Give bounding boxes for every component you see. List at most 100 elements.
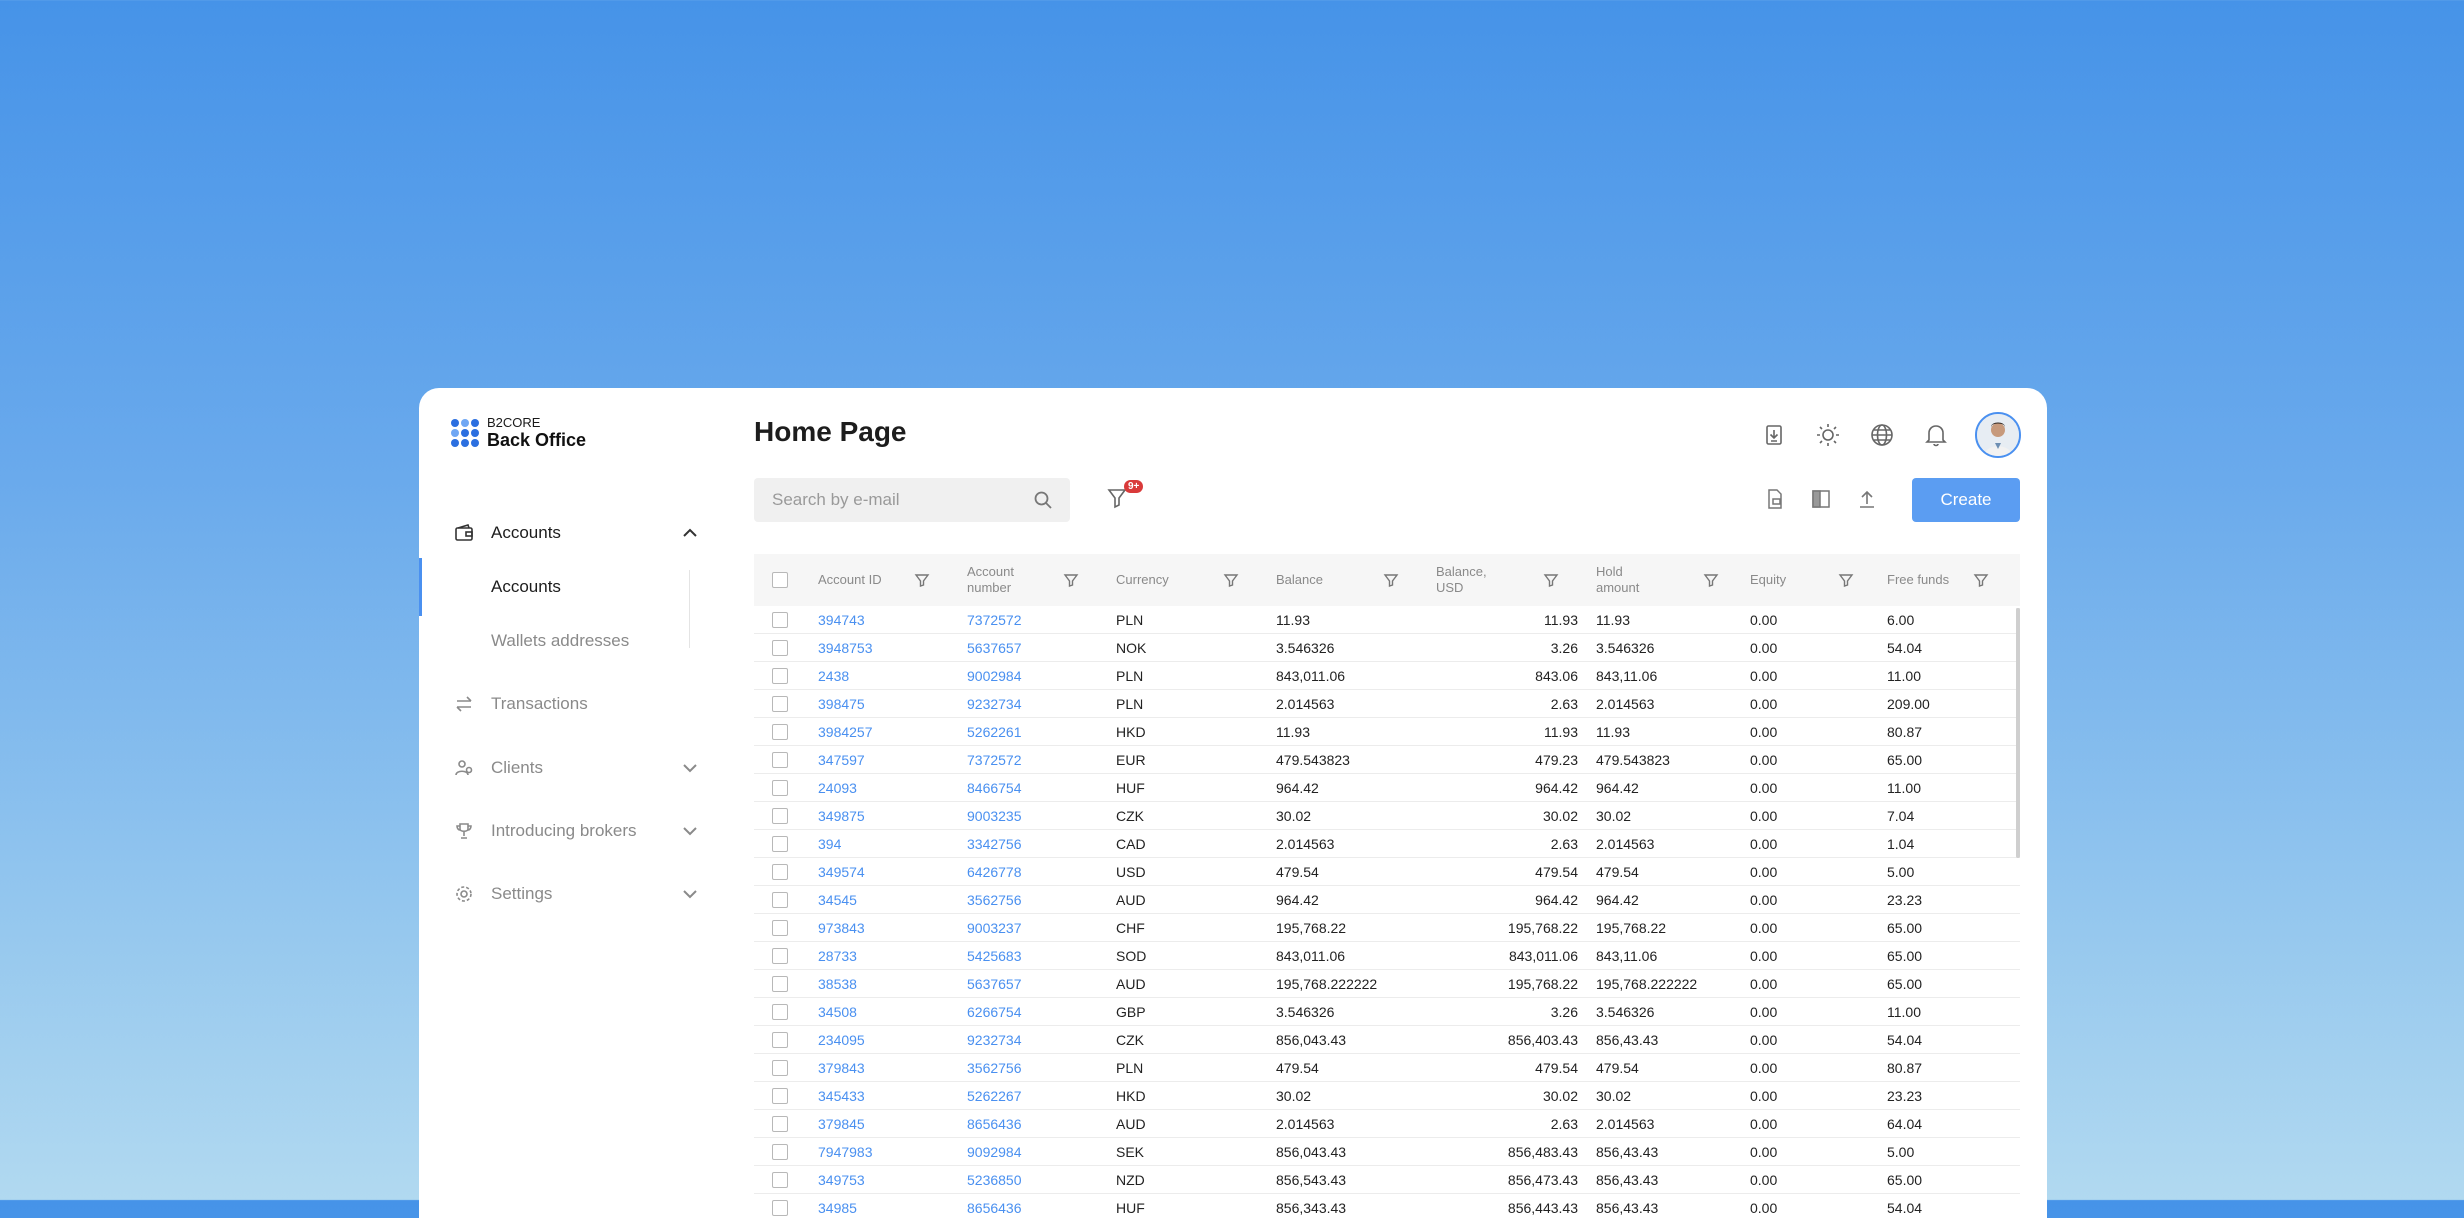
subnav-wallets-addresses[interactable]: Wallets addresses: [491, 631, 629, 651]
account-number-link[interactable]: 9003237: [967, 914, 1116, 942]
table-row[interactable]: 345086266754GBP3.5463263.263.5463260.001…: [754, 998, 2020, 1026]
row-checkbox[interactable]: [772, 1116, 788, 1132]
account-number-link[interactable]: 5262267: [967, 1082, 1116, 1110]
row-checkbox[interactable]: [772, 724, 788, 740]
row-checkbox[interactable]: [772, 864, 788, 880]
table-row[interactable]: 287335425683SOD843,011.06843,011.06843,1…: [754, 942, 2020, 970]
account-id-link[interactable]: 34545: [818, 886, 967, 914]
account-id-link[interactable]: 349753: [818, 1166, 967, 1194]
column-filter-icon[interactable]: [1063, 572, 1079, 592]
table-row[interactable]: 39487535637657NOK3.5463263.263.5463260.0…: [754, 634, 2020, 662]
account-number-link[interactable]: 9003235: [967, 802, 1116, 830]
sidebar-item-accounts[interactable]: Accounts: [419, 513, 719, 553]
download-icon[interactable]: [1759, 420, 1789, 450]
sidebar-item-clients[interactable]: Clients: [419, 748, 719, 788]
column-filter-icon[interactable]: [914, 572, 930, 592]
column-header-equity[interactable]: Equity: [1750, 554, 1887, 606]
account-id-link[interactable]: 34985: [818, 1194, 967, 1218]
account-number-link[interactable]: 8656436: [967, 1110, 1116, 1138]
column-header-account-number[interactable]: Account number: [967, 554, 1116, 606]
sidebar-item-settings[interactable]: Settings: [419, 874, 719, 914]
row-checkbox[interactable]: [772, 752, 788, 768]
search-input[interactable]: [754, 478, 1050, 522]
column-filter-icon[interactable]: [1838, 572, 1854, 592]
row-checkbox[interactable]: [772, 640, 788, 656]
account-id-link[interactable]: 973843: [818, 914, 967, 942]
chevron-down-icon[interactable]: [679, 883, 701, 905]
account-id-link[interactable]: 28733: [818, 942, 967, 970]
select-all-checkbox[interactable]: [772, 572, 788, 588]
table-row[interactable]: 3943342756CAD2.0145632.632.0145630.001.0…: [754, 830, 2020, 858]
logo[interactable]: B2CORE Back Office: [451, 416, 586, 450]
export-file-icon[interactable]: [1762, 486, 1788, 512]
column-header-hold-amount[interactable]: Hold amount: [1596, 554, 1750, 606]
table-row[interactable]: 3947437372572PLN11.9311.9311.930.006.00: [754, 606, 2020, 634]
account-id-link[interactable]: 3948753: [818, 634, 967, 662]
column-filter-icon[interactable]: [1543, 572, 1559, 592]
table-row[interactable]: 345453562756AUD964.42964.42964.420.0023.…: [754, 886, 2020, 914]
row-checkbox[interactable]: [772, 780, 788, 796]
row-checkbox[interactable]: [772, 976, 788, 992]
filter-button[interactable]: 9+: [1106, 486, 1136, 516]
avatar[interactable]: [1975, 412, 2021, 458]
account-number-link[interactable]: 7372572: [967, 746, 1116, 774]
account-id-link[interactable]: 2438: [818, 662, 967, 690]
search-icon[interactable]: [1032, 489, 1054, 516]
account-id-link[interactable]: 347597: [818, 746, 967, 774]
table-row[interactable]: 3475977372572EUR479.543823479.23479.5438…: [754, 746, 2020, 774]
column-filter-icon[interactable]: [1383, 572, 1399, 592]
chevron-down-icon[interactable]: [679, 757, 701, 779]
account-id-link[interactable]: 3984257: [818, 718, 967, 746]
account-id-link[interactable]: 34508: [818, 998, 967, 1026]
column-filter-icon[interactable]: [1223, 572, 1239, 592]
column-header-free-funds[interactable]: Free funds: [1887, 554, 2020, 606]
row-checkbox[interactable]: [772, 1088, 788, 1104]
columns-icon[interactable]: [1808, 486, 1834, 512]
account-id-link[interactable]: 349875: [818, 802, 967, 830]
table-row[interactable]: 3495746426778USD479.54479.54479.540.005.…: [754, 858, 2020, 886]
row-checkbox[interactable]: [772, 948, 788, 964]
row-checkbox[interactable]: [772, 920, 788, 936]
account-id-link[interactable]: 234095: [818, 1026, 967, 1054]
column-header-currency[interactable]: Currency: [1116, 554, 1276, 606]
column-header-account-id[interactable]: Account ID: [818, 554, 967, 606]
account-number-link[interactable]: 5637657: [967, 970, 1116, 998]
account-number-link[interactable]: 7372572: [967, 606, 1116, 634]
table-row[interactable]: 24389002984PLN843,011.06843.06843,11.060…: [754, 662, 2020, 690]
table-row[interactable]: 39842575262261HKD11.9311.9311.930.0080.8…: [754, 718, 2020, 746]
row-checkbox[interactable]: [772, 696, 788, 712]
row-checkbox[interactable]: [772, 836, 788, 852]
account-number-link[interactable]: 9002984: [967, 662, 1116, 690]
account-number-link[interactable]: 3562756: [967, 1054, 1116, 1082]
row-checkbox[interactable]: [772, 1200, 788, 1216]
row-checkbox[interactable]: [772, 1172, 788, 1188]
account-id-link[interactable]: 398475: [818, 690, 967, 718]
table-row[interactable]: 240938466754HUF964.42964.42964.420.0011.…: [754, 774, 2020, 802]
table-row[interactable]: 3497535236850NZD856,543.43856,473.43856,…: [754, 1166, 2020, 1194]
table-row[interactable]: 3798458656436AUD2.0145632.632.0145630.00…: [754, 1110, 2020, 1138]
account-id-link[interactable]: 349574: [818, 858, 967, 886]
sidebar-item-transactions[interactable]: Transactions: [419, 684, 719, 724]
account-number-link[interactable]: 3342756: [967, 830, 1116, 858]
account-number-link[interactable]: 6266754: [967, 998, 1116, 1026]
row-checkbox[interactable]: [772, 1144, 788, 1160]
row-checkbox[interactable]: [772, 808, 788, 824]
row-checkbox[interactable]: [772, 892, 788, 908]
table-row[interactable]: 385385637657AUD195,768.222222195,768.221…: [754, 970, 2020, 998]
row-checkbox[interactable]: [772, 668, 788, 684]
column-header-balance-usd[interactable]: Balance, USD: [1436, 554, 1596, 606]
globe-icon[interactable]: [1867, 420, 1897, 450]
row-checkbox[interactable]: [772, 1060, 788, 1076]
table-row[interactable]: 349858656436HUF856,343.43856,443.43856,4…: [754, 1194, 2020, 1218]
account-number-link[interactable]: 5236850: [967, 1166, 1116, 1194]
account-id-link[interactable]: 379843: [818, 1054, 967, 1082]
column-filter-icon[interactable]: [1703, 572, 1719, 592]
chevron-up-icon[interactable]: [679, 522, 701, 544]
account-id-link[interactable]: 24093: [818, 774, 967, 802]
row-checkbox[interactable]: [772, 1004, 788, 1020]
account-number-link[interactable]: 9092984: [967, 1138, 1116, 1166]
account-number-link[interactable]: 6426778: [967, 858, 1116, 886]
chevron-down-icon[interactable]: [679, 820, 701, 842]
account-id-link[interactable]: 394743: [818, 606, 967, 634]
table-row[interactable]: 3498759003235CZK30.0230.0230.020.007.04: [754, 802, 2020, 830]
